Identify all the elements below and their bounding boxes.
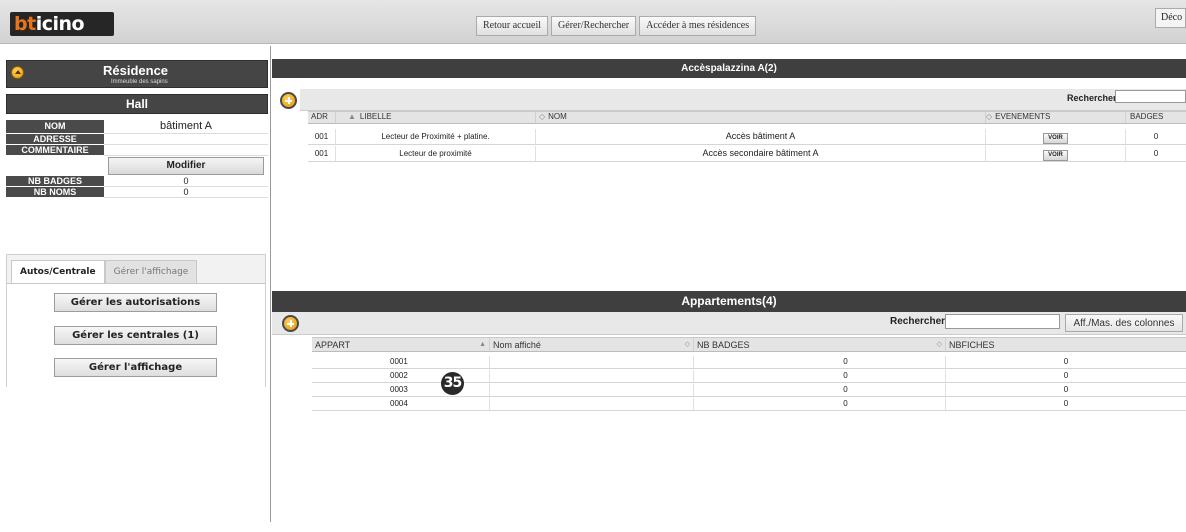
tab-autos-centrale[interactable]: Autos/Centrale [11,260,105,284]
commentaire-value [104,144,268,156]
nb-badges-label: NB BADGES [6,175,104,187]
col-badges[interactable]: BADGES [1126,112,1186,123]
nav-acceder-residences-button[interactable]: Accéder à mes résidences [639,16,757,36]
appartements-section-header: Appartements(4) [272,291,1186,312]
panel-divider [270,46,271,522]
section-title-hall: Hall [6,94,268,114]
tab-panel: Autos/Centrale Gérer l'affichage Gérer l… [6,254,266,387]
add-acces-icon[interactable] [280,92,297,109]
add-appartement-icon[interactable] [282,315,299,332]
tab-gerer-affichage[interactable]: Gérer l'affichage [104,260,198,284]
col-nom-affiche[interactable]: Nom affiché ◇ [490,338,694,351]
gerer-centrales-button[interactable]: Gérer les centrales (1) [54,326,217,345]
nb-noms-value: 0 [104,186,268,198]
adresse-value [104,133,268,145]
voir-button[interactable]: VOIR [1043,133,1068,144]
col-evenements[interactable]: ◇ EVENEMENTS [986,112,1126,123]
up-arrow-icon[interactable] [11,66,24,79]
residence-title: Résidence [103,63,169,78]
col-libelle[interactable]: ▲ LIBELLE [336,112,536,123]
deconnexion-button[interactable]: Déco [1155,8,1186,28]
table-row[interactable]: 0004 0 0 [312,398,1186,411]
acces-section-header: Accèspalazzina A(2) [272,59,1186,78]
gerer-affichage-button[interactable]: Gérer l'affichage [54,358,217,377]
appartements-table-header: APPART ▲ Nom affiché ◇ NB BADGES ◇ NBFICHES [312,337,1186,352]
main-nav: Retour accueil Gérer/Rechercher Accéder … [476,16,757,36]
tab-bar: Autos/Centrale Gérer l'affichage [11,260,198,284]
col-appart[interactable]: APPART ▲ [312,338,490,351]
appartements-search-label: Rechercher [890,316,946,327]
left-panel: Résidence Immeuble des sapins Hall NOM b… [6,60,268,198]
table-row[interactable]: 0001 0 0 [312,356,1186,369]
col-nb-badges[interactable]: NB BADGES ◇ [694,338,946,351]
col-nom[interactable]: ◇ NOM [536,112,986,123]
residence-subtitle: Immeuble des sapins [111,79,168,85]
commentaire-label: COMMENTAIRE [6,144,104,156]
appartements-search-input[interactable] [945,314,1060,329]
adresse-label: ADRESSE [6,133,104,145]
table-row[interactable]: 001 Lecteur de proximité Accès secondair… [308,146,1186,162]
nav-gerer-rechercher-button[interactable]: Gérer/Rechercher [551,16,637,36]
modifier-button[interactable]: Modifier [108,156,264,175]
nb-noms-label: NB NOMS [6,186,104,198]
table-row[interactable]: 001 Lecteur de Proximité + platine. Accè… [308,129,1186,145]
gerer-autorisations-button[interactable]: Gérer les autorisations [54,293,217,312]
voir-button[interactable]: VOIR [1043,150,1068,161]
nb-badges-value: 0 [104,175,268,187]
counts-table: NB BADGES 0 NB NOMS 0 [6,175,268,198]
tab-content: Gérer les autorisations Gérer les centra… [7,283,265,387]
nom-label: NOM [6,120,104,134]
nav-retour-accueil-button[interactable]: Retour accueil [476,16,549,36]
aff-mas-colonnes-button[interactable]: Aff./Mas. des colonnes [1065,314,1183,332]
acces-search-input[interactable] [1115,90,1186,103]
properties-table: NOM bâtiment A ADRESSE COMMENTAIRE [6,120,268,156]
bticino-logo: bticino [10,12,114,36]
nom-value: bâtiment A [104,120,268,134]
acces-table-header: ADR ▲ LIBELLE ◇ NOM ◇ EVENEMENTS BADGES [308,111,1186,124]
acces-toolbar [300,89,1186,111]
acces-search-label: Rechercher [1067,93,1117,103]
residence-header: Résidence Immeuble des sapins [6,60,268,88]
top-bar: bticino Retour accueil Gérer/Rechercher … [0,0,1186,44]
callout-marker: 35 [441,372,464,395]
col-nbfiches[interactable]: NBFICHES [946,338,1186,351]
col-adr[interactable]: ADR [308,112,336,123]
